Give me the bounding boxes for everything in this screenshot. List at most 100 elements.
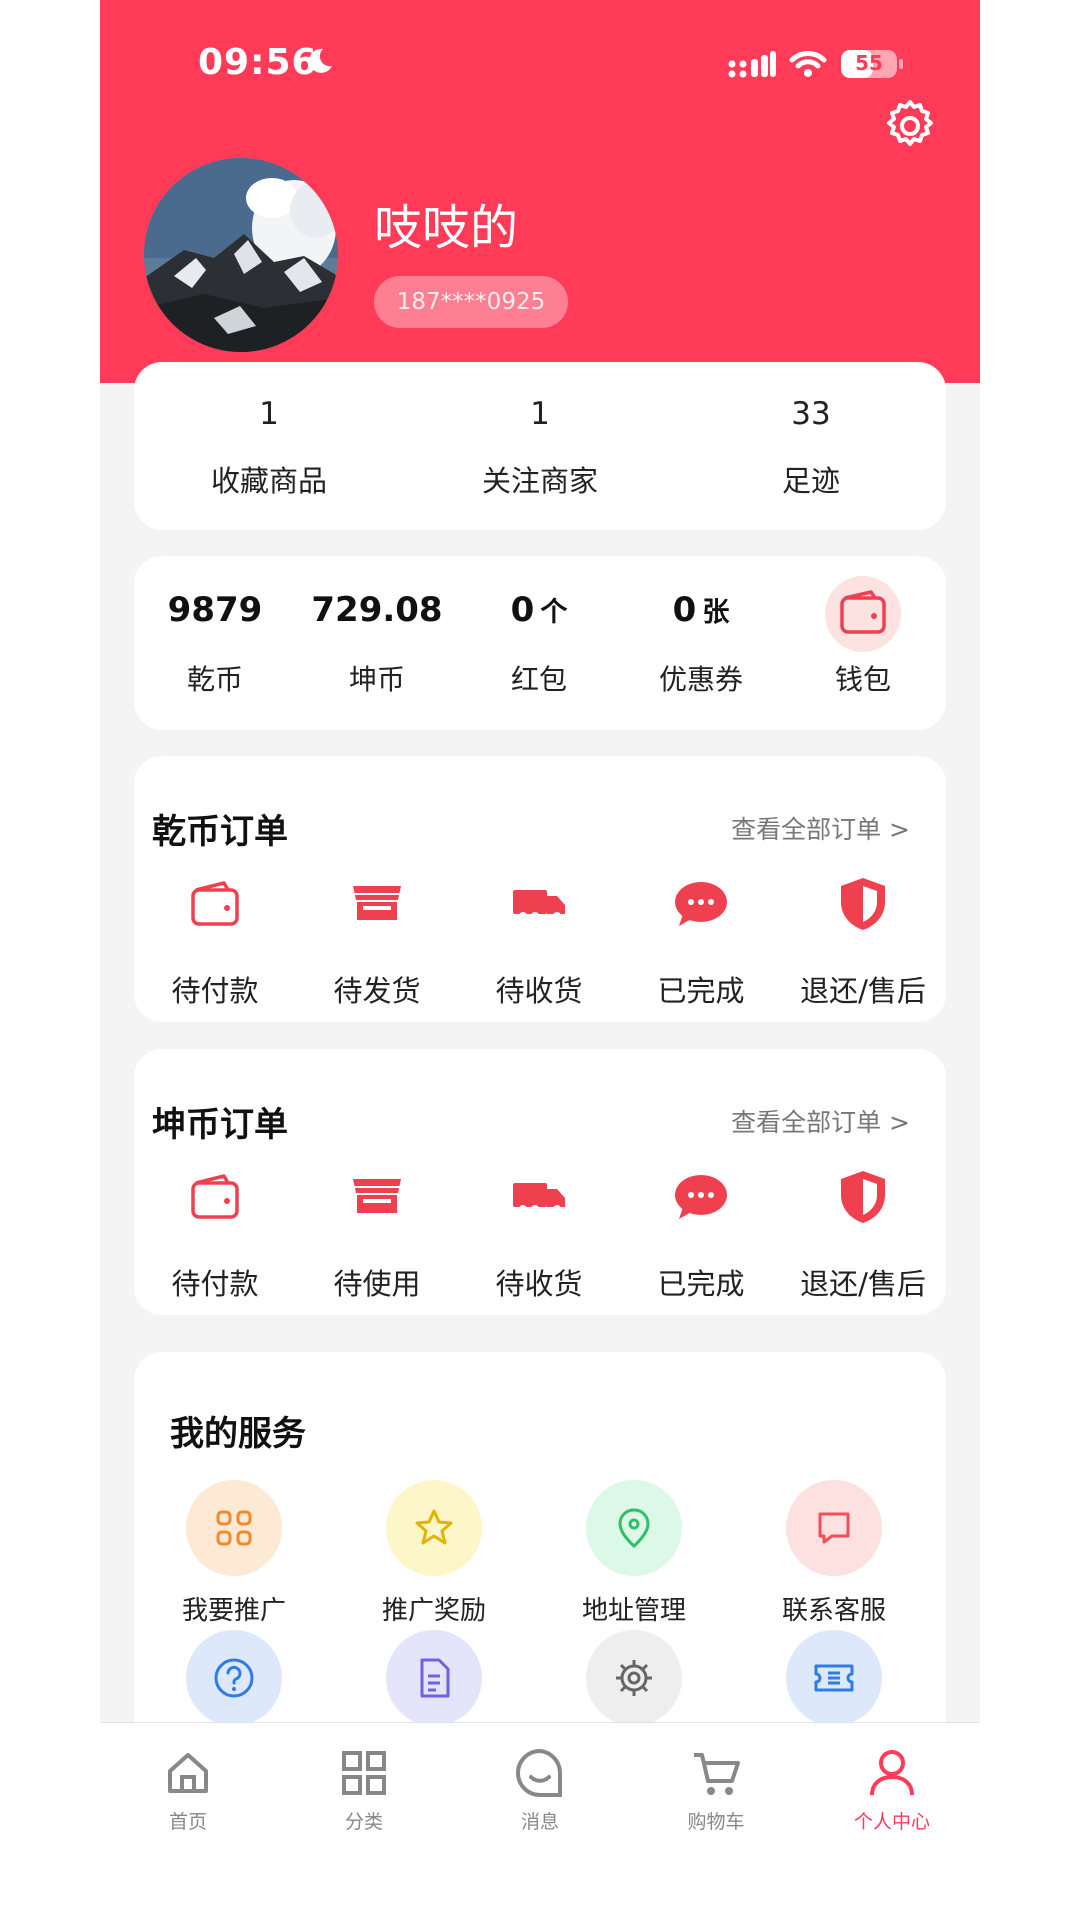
asset-value: 729.08 (311, 590, 443, 630)
user-name: 吱吱的 (374, 200, 519, 256)
tab-cart[interactable]: 购物车 (628, 1747, 804, 1857)
service-support[interactable]: 联系客服 (734, 1480, 934, 1626)
tab-label: 分类 (344, 1811, 383, 1833)
wifi-icon (789, 51, 827, 77)
signal-icon (728, 51, 776, 78)
qian-orders-card: 乾币订单 查看全部订单 > 待付款 待发货 待收货 已完成 退还/售后 (134, 756, 946, 1022)
battery-icon: 55 (840, 48, 904, 80)
qian-orders-title: 乾币订单 (152, 812, 288, 852)
services-card: 我的服务 我要推广 推广奖励 地址管理 联系客服 (134, 1352, 946, 1772)
kun-view-all-link[interactable]: 查看全部订单 > (731, 1103, 910, 1139)
wallet-icon (825, 576, 901, 652)
asset-value: 0张 (672, 590, 730, 630)
asset-label: 坤币 (348, 663, 405, 696)
stat-label: 收藏商品 (210, 464, 327, 498)
stat-label: 足迹 (781, 464, 840, 498)
moon-icon (309, 48, 332, 73)
tab-label: 购物车 (687, 1811, 745, 1833)
tab-label: 消息 (520, 1811, 559, 1833)
asset-label: 钱包 (834, 663, 891, 696)
order-label: 退还/售后 (800, 974, 926, 1008)
asset-value: 0个 (510, 590, 568, 630)
chat-bubble-icon (675, 1175, 727, 1219)
tab-profile[interactable]: 个人中心 (804, 1747, 980, 1857)
stat-value: 33 (791, 396, 831, 432)
help-icon (186, 1630, 282, 1726)
settings-gear-icon[interactable] (880, 96, 940, 156)
truck-icon (513, 1183, 565, 1213)
star-icon (386, 1480, 482, 1576)
document-icon (386, 1630, 482, 1726)
service-label: 我要推广 (181, 1596, 286, 1626)
gear-icon (586, 1630, 682, 1726)
asset-label: 乾币 (186, 663, 243, 696)
tab-label: 个人中心 (853, 1811, 930, 1833)
order-refund[interactable]: 退还/售后 (782, 872, 944, 1012)
status-bar: 09:56 55 (100, 0, 980, 120)
service-promote[interactable]: 我要推广 (134, 1480, 334, 1626)
service-address[interactable]: 地址管理 (534, 1480, 734, 1626)
order-label: 待使用 (333, 1267, 421, 1301)
message-smile-icon (516, 1748, 563, 1797)
shield-icon (841, 1171, 885, 1223)
stat-value: 1 (259, 396, 279, 432)
message-icon (786, 1480, 882, 1576)
status-time: 09:56 (198, 42, 318, 83)
service-label: 推广奖励 (381, 1596, 486, 1626)
services-title: 我的服务 (170, 1414, 306, 1454)
order-to-receive[interactable]: 待收货 (458, 872, 620, 1012)
order-to-receive[interactable]: 待收货 (458, 1165, 620, 1305)
order-completed[interactable]: 已完成 (620, 872, 782, 1012)
kun-orders-card: 坤币订单 查看全部订单 > 待付款 待使用 待收货 已完成 退还/售后 (134, 1049, 946, 1315)
order-label: 待付款 (171, 974, 259, 1008)
order-label: 待收货 (495, 974, 583, 1008)
order-label: 待收货 (495, 1267, 583, 1301)
order-pending-payment[interactable]: 待付款 (134, 872, 296, 1012)
stat-label: 关注商家 (481, 464, 598, 498)
order-completed[interactable]: 已完成 (620, 1165, 782, 1305)
order-label: 退还/售后 (800, 1267, 926, 1301)
wallet-icon (191, 881, 239, 926)
store-icon (353, 886, 401, 920)
order-to-use[interactable]: 待使用 (296, 1165, 458, 1305)
asset-label: 红包 (510, 663, 567, 696)
ticket-icon (786, 1630, 882, 1726)
profile-screen: 09:56 55 吱吱的 187****0925 1 收藏商品 1 关注商家 3… (100, 0, 980, 1920)
order-label: 待付款 (171, 1267, 259, 1301)
store-icon (353, 1179, 401, 1213)
order-pending-payment[interactable]: 待付款 (134, 1165, 296, 1305)
shield-icon (841, 878, 885, 930)
truck-icon (513, 890, 565, 920)
order-label: 待发货 (333, 974, 421, 1008)
qian-view-all-link[interactable]: 查看全部订单 > (731, 810, 910, 846)
service-reward[interactable]: 推广奖励 (334, 1480, 534, 1626)
asset-value: 9879 (167, 590, 263, 630)
order-to-ship[interactable]: 待发货 (296, 872, 458, 1012)
location-pin-icon (586, 1480, 682, 1576)
bottom-tab-bar: 首页 分类 消息 购物车 个人中心 (100, 1722, 980, 1920)
battery-level: 55 (855, 51, 883, 75)
order-label: 已完成 (657, 974, 745, 1008)
avatar[interactable] (144, 158, 338, 352)
tab-messages[interactable]: 消息 (452, 1747, 628, 1857)
tab-home[interactable]: 首页 (100, 1747, 276, 1857)
assets-card: 9879 乾币 729.08 坤币 0个 红包 0张 优惠券 钱包 (134, 556, 946, 730)
user-icon (870, 1750, 914, 1796)
order-label: 已完成 (657, 1267, 745, 1301)
wallet-icon (191, 1174, 239, 1219)
grid-icon (186, 1480, 282, 1576)
service-label: 联系客服 (781, 1596, 886, 1626)
kun-orders-title: 坤币订单 (152, 1105, 288, 1145)
category-icon (342, 1751, 386, 1795)
stat-value: 1 (530, 396, 550, 432)
tab-label: 首页 (168, 1811, 207, 1833)
stats-card: 1 收藏商品 1 关注商家 33 足迹 (134, 362, 946, 530)
asset-label: 优惠券 (658, 663, 743, 696)
chat-bubble-icon (675, 882, 727, 926)
tab-category[interactable]: 分类 (276, 1747, 452, 1857)
cart-icon (694, 1753, 740, 1795)
user-phone-badge: 187****0925 (374, 276, 568, 328)
service-label: 地址管理 (581, 1596, 686, 1626)
home-icon (168, 1753, 208, 1793)
order-refund[interactable]: 退还/售后 (782, 1165, 944, 1305)
